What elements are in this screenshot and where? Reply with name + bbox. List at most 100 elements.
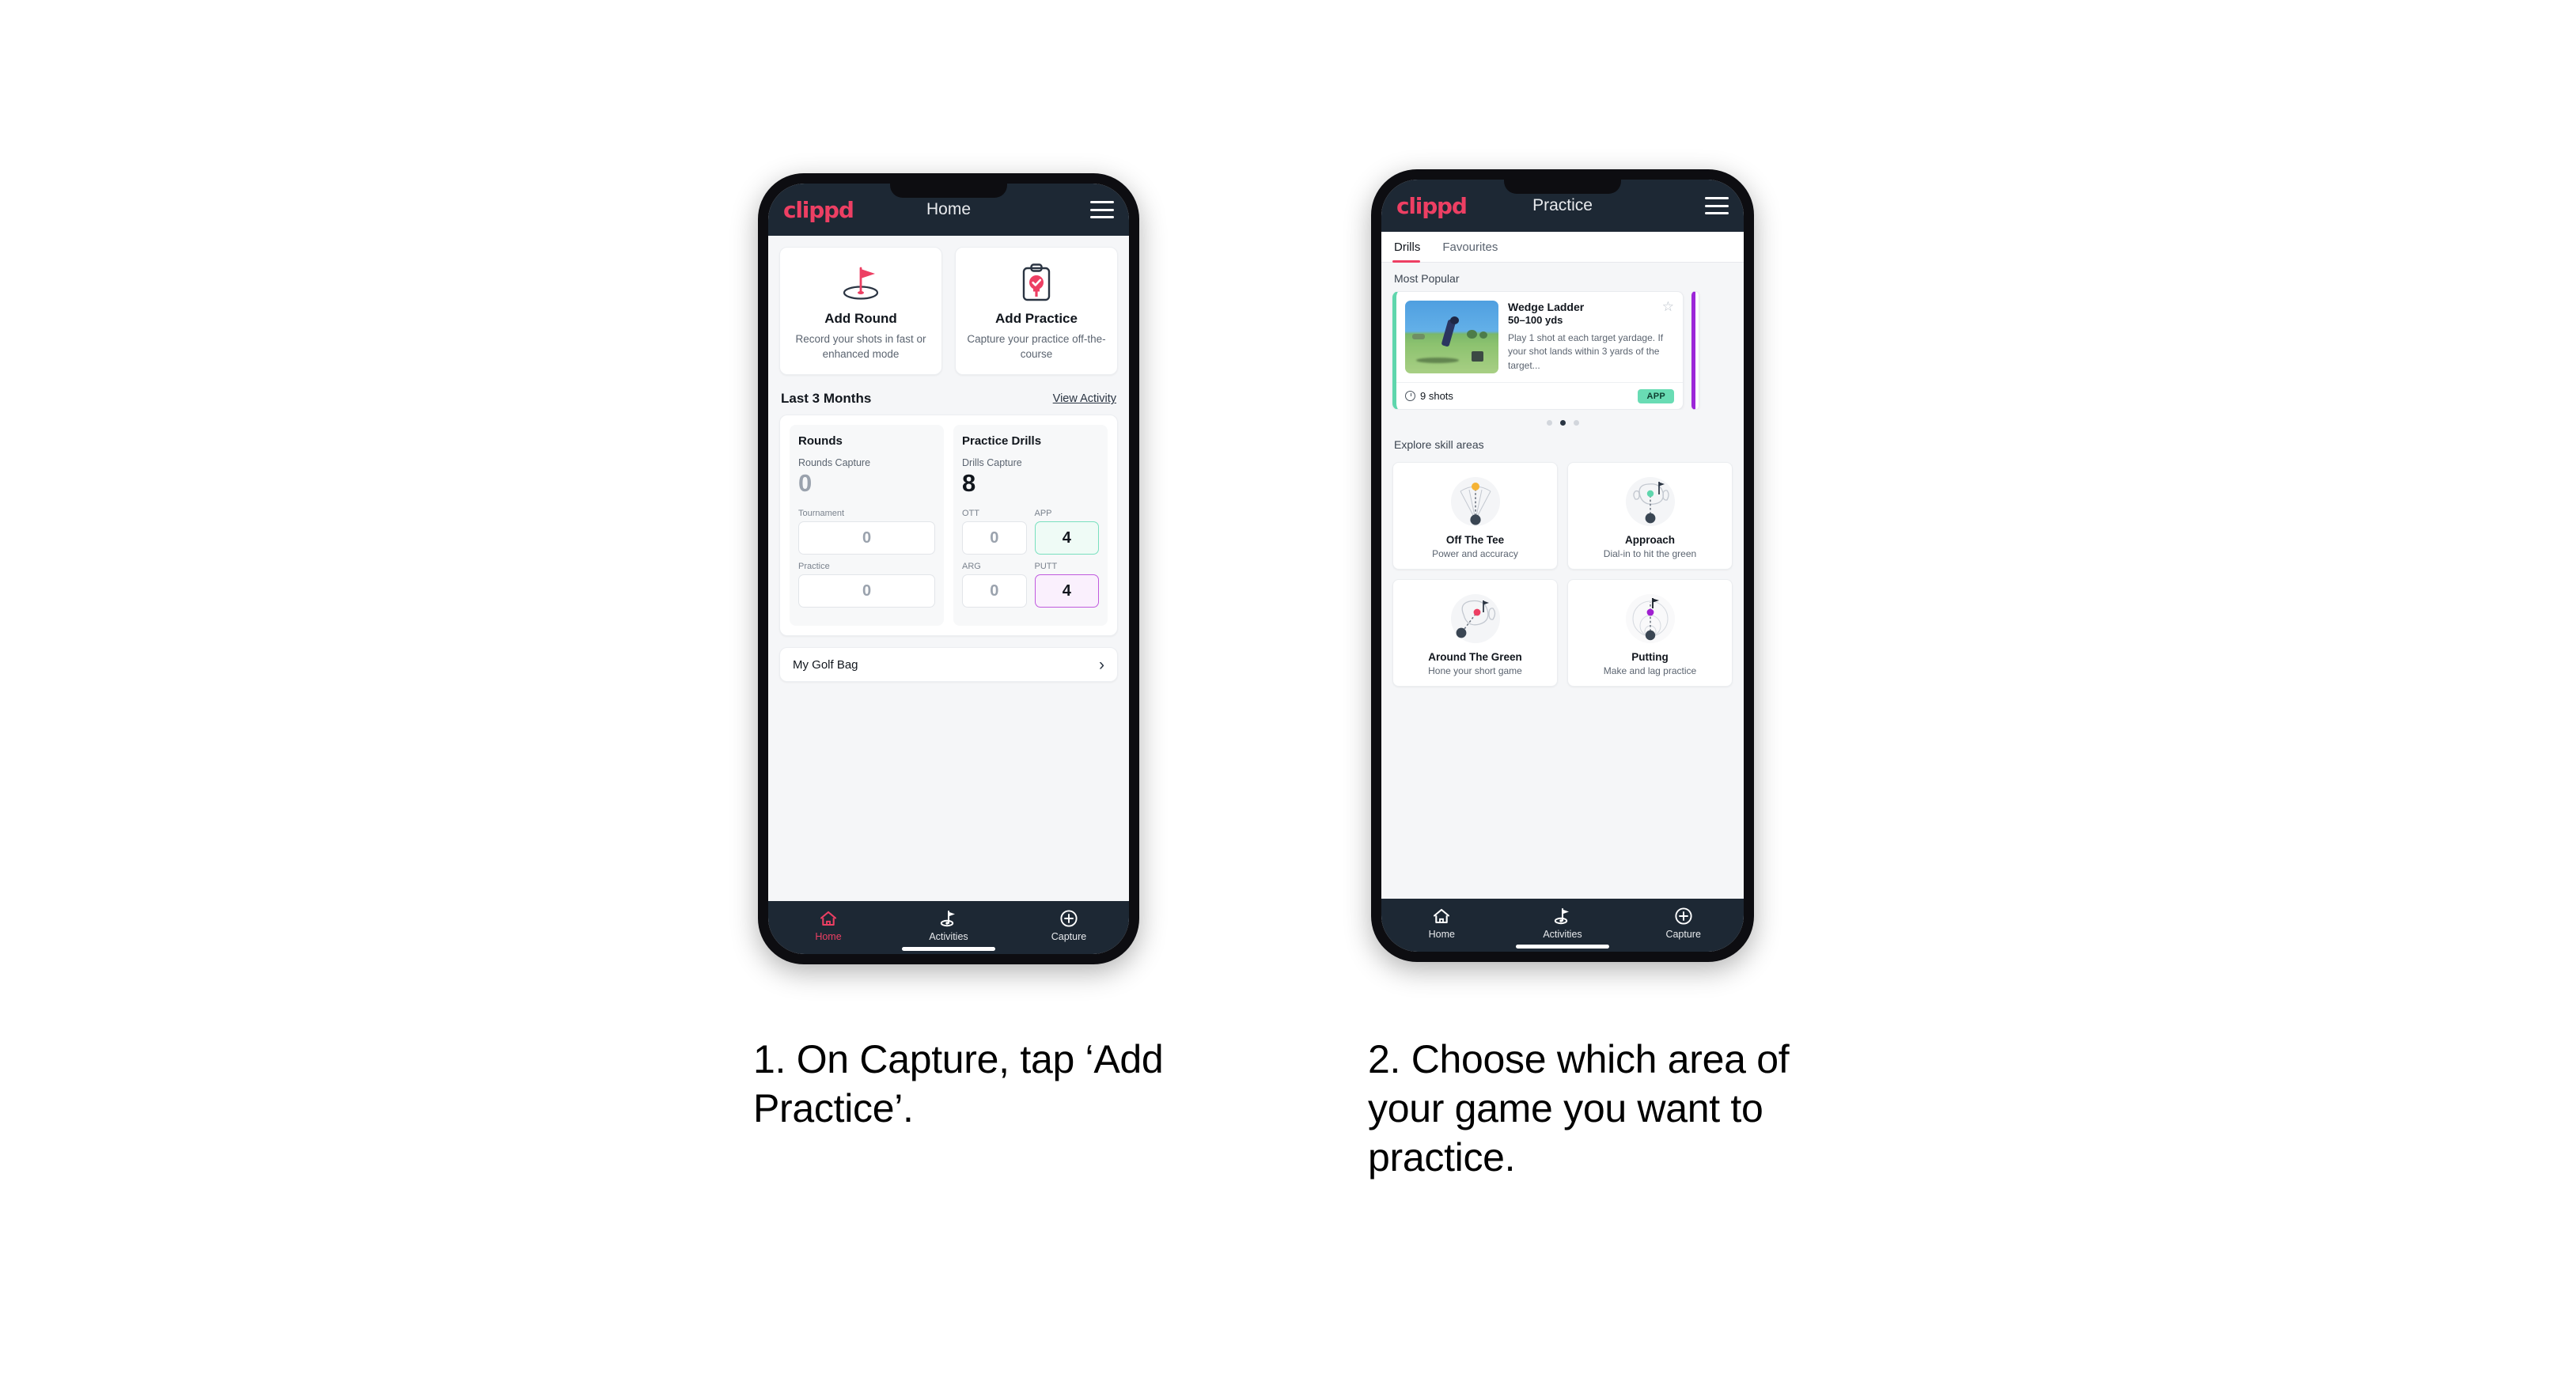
stats-card: Rounds Rounds Capture 0 Tournament 0 Pra… (779, 415, 1118, 637)
hamburger-icon[interactable] (1705, 197, 1729, 214)
nav-item-activities[interactable]: Activities (888, 908, 1009, 942)
skill-card-around-the-green[interactable]: Around The Green Hone your short game (1392, 579, 1558, 687)
nav-item-home[interactable]: Home (1381, 906, 1502, 940)
phone-notch (1504, 180, 1621, 194)
approach-green-icon (1574, 472, 1726, 531)
tab-favourites[interactable]: Favourites (1431, 232, 1509, 262)
practice-scroll-body: Most Popular ☆ Wedge Ladder 50–100 yds P… (1381, 263, 1744, 899)
rounds-column: Rounds Rounds Capture 0 Tournament 0 Pra… (790, 425, 944, 627)
carousel-dot[interactable] (1546, 420, 1552, 426)
clippd-logo[interactable]: clippd (1396, 193, 1468, 219)
add-practice-card[interactable]: Add Practice Capture your practice off-t… (955, 247, 1118, 376)
hamburger-icon[interactable] (1090, 201, 1114, 218)
skill-subtitle: Hone your short game (1428, 665, 1522, 676)
phone-notch (890, 184, 1007, 198)
home-indicator-bar (902, 947, 995, 951)
drill-shots-label: 9 shots (1420, 390, 1453, 402)
chevron-right-icon: › (1099, 655, 1104, 674)
skill-name: Approach (1624, 534, 1675, 546)
my-golf-bag-row[interactable]: My Golf Bag › (779, 647, 1118, 683)
putt-label: PUTT (1034, 562, 1058, 572)
drill-thumbnail (1405, 301, 1498, 373)
tab-drills[interactable]: Drills (1392, 232, 1431, 263)
add-practice-title: Add Practice (995, 311, 1078, 326)
add-round-subtitle: Record your shots in fast or enhanced mo… (795, 333, 926, 361)
practice-label: Practice (798, 562, 830, 572)
caption-step-2: 2. Choose which area of your game you wa… (1368, 1037, 1790, 1180)
golf-flag-icon (1502, 906, 1623, 926)
tab-drills-label: Drills (1394, 240, 1421, 254)
skill-subtitle: Power and accuracy (1432, 548, 1518, 559)
ott-value[interactable]: 0 (962, 521, 1027, 555)
caption-step-1: 1. On Capture, tap ‘Add Practice’. (753, 1037, 1164, 1130)
home-icon (1381, 906, 1502, 926)
skill-name: Around The Green (1428, 651, 1522, 663)
rounds-capture-value: 0 (798, 469, 813, 498)
golf-flag-icon (888, 908, 1009, 929)
drills-title: Practice Drills (962, 434, 1042, 449)
star-outline-icon[interactable]: ☆ (1662, 300, 1674, 313)
skill-card-putting[interactable]: Putting Make and lag practice (1567, 579, 1733, 687)
golf-flag-hole-icon (788, 262, 934, 303)
arg-label: ARG (962, 562, 981, 572)
skill-subtitle: Dial-in to hit the green (1603, 548, 1697, 559)
arg-value[interactable]: 0 (962, 574, 1027, 608)
drill-shots: 9 shots (1405, 390, 1453, 402)
rounds-capture-label: Rounds Capture (798, 457, 871, 469)
drill-name: Wedge Ladder (1508, 301, 1585, 313)
ott-label: OTT (962, 509, 979, 519)
nav-label-home: Home (815, 931, 842, 942)
drills-capture-value: 8 (962, 469, 976, 498)
skill-areas-grid: Off The Tee Power and accuracy Approach … (1381, 457, 1744, 687)
plus-circle-icon (1623, 906, 1744, 926)
putt-value[interactable]: 4 (1034, 574, 1099, 608)
phone-1-home: clippd Home Add Round Record your shots … (758, 173, 1139, 964)
bottom-nav-home: Home Activities Capture (768, 901, 1129, 954)
nav-label-activities: Activities (1543, 929, 1582, 940)
bottom-nav-practice: Home Activities Capture (1381, 899, 1744, 952)
practice-value[interactable]: 0 (798, 574, 935, 608)
off-the-tee-fan-icon (1400, 472, 1551, 531)
clippd-logo[interactable]: clippd (783, 197, 854, 223)
status-badge: APP (1638, 388, 1674, 403)
around-the-green-icon (1400, 589, 1551, 648)
drill-carousel[interactable]: ☆ Wedge Ladder 50–100 yds Play 1 shot at… (1381, 291, 1744, 410)
drill-card-next-peek[interactable] (1691, 291, 1699, 410)
nav-label-capture: Capture (1665, 929, 1701, 940)
nav-label-activities: Activities (929, 931, 968, 942)
tournament-value[interactable]: 0 (798, 521, 935, 555)
clock-icon (1405, 391, 1415, 401)
carousel-dot-active[interactable] (1559, 420, 1566, 426)
explore-skill-areas-label: Explore skill areas (1394, 438, 1484, 451)
drill-range: 50–100 yds (1508, 314, 1563, 326)
most-popular-label: Most Popular (1394, 272, 1460, 285)
section-title: Last 3 Months (781, 391, 872, 407)
drills-capture-label: Drills Capture (962, 457, 1022, 469)
home-scroll-body: Add Round Record your shots in fast or e… (768, 236, 1129, 901)
view-activity-link[interactable]: View Activity (1053, 392, 1116, 405)
tab-favourites-label: Favourites (1442, 240, 1498, 254)
drills-column: Practice Drills Drills Capture 8 OTT 0 A… (953, 425, 1108, 627)
home-icon (768, 908, 888, 929)
phone-2-practice: clippd Practice Drills Favourites Most P… (1371, 169, 1754, 962)
nav-item-activities[interactable]: Activities (1502, 906, 1623, 940)
skill-card-approach[interactable]: Approach Dial-in to hit the green (1567, 462, 1733, 570)
app-label: APP (1034, 509, 1052, 519)
skill-card-off-the-tee[interactable]: Off The Tee Power and accuracy (1392, 462, 1558, 570)
tournament-label: Tournament (798, 509, 845, 519)
nav-item-capture[interactable]: Capture (1009, 908, 1129, 942)
screenshot-stage: clippd Home Add Round Record your shots … (0, 0, 2576, 1386)
plus-circle-icon (1009, 908, 1129, 929)
carousel-dot[interactable] (1573, 420, 1579, 426)
quick-actions-row: Add Round Record your shots in fast or e… (768, 236, 1129, 376)
add-round-title: Add Round (824, 311, 897, 326)
skill-subtitle: Make and lag practice (1603, 665, 1697, 676)
drill-card-wedge-ladder[interactable]: ☆ Wedge Ladder 50–100 yds Play 1 shot at… (1392, 291, 1684, 410)
drill-description: Play 1 shot at each target yardage. If y… (1508, 332, 1664, 371)
app-value[interactable]: 4 (1034, 521, 1099, 555)
nav-item-home[interactable]: Home (768, 908, 888, 942)
clipboard-check-tee-icon (964, 262, 1109, 303)
add-round-card[interactable]: Add Round Record your shots in fast or e… (779, 247, 942, 376)
nav-label-home: Home (1428, 929, 1455, 940)
nav-item-capture[interactable]: Capture (1623, 906, 1744, 940)
